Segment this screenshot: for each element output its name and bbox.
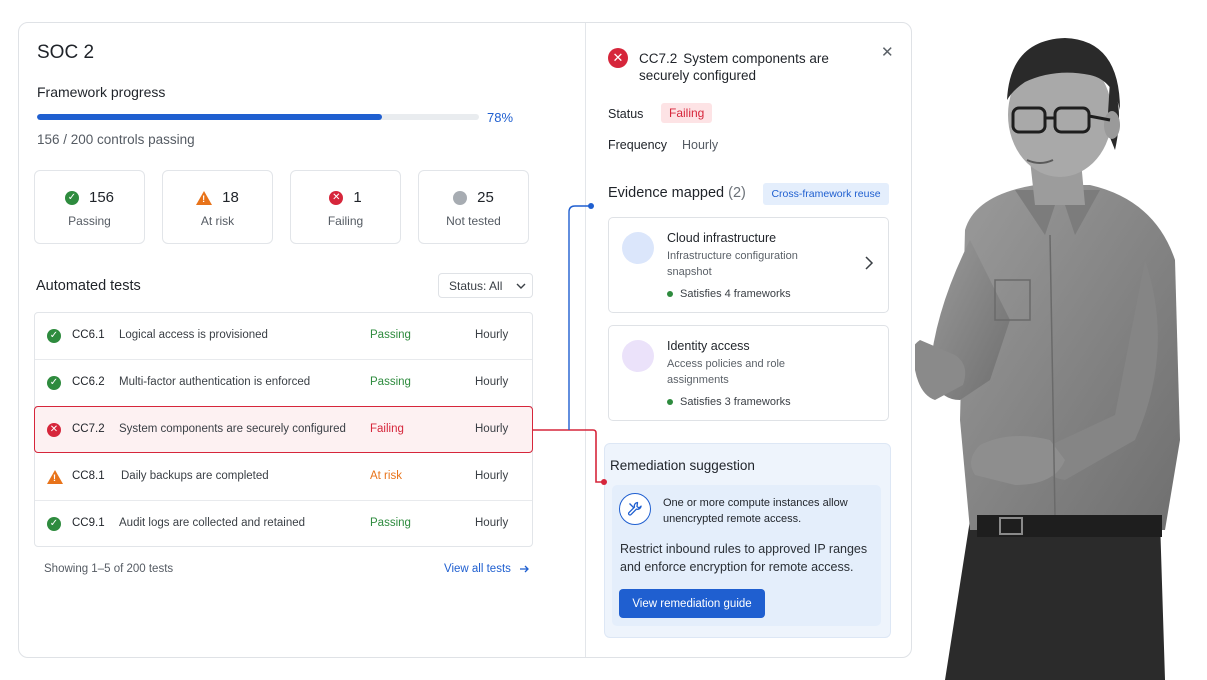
status-badge: Failing — [661, 103, 713, 123]
presenter-figure — [915, 38, 1180, 680]
detail-title: CC7.2 System components are securely conf… — [639, 50, 854, 84]
arrow-right-icon — [519, 565, 529, 573]
test-description: Daily backups are completed — [121, 470, 269, 482]
chevron-down-icon — [516, 283, 526, 289]
x-circle-icon: ✕ — [47, 423, 61, 437]
framework-progress-percent: 78% — [487, 110, 514, 125]
stat-label: Not tested — [446, 214, 501, 228]
status-filter-dropdown[interactable]: Status: All — [438, 273, 533, 298]
tests-table: ✓ CC6.1 Logical access is provisioned Pa… — [34, 312, 533, 547]
stat-count: 18 — [222, 189, 239, 206]
test-status: At risk — [370, 470, 402, 482]
wrench-icon — [619, 493, 651, 525]
control-id: CC6.2 — [72, 376, 105, 388]
automated-tests-title: Automated tests — [36, 278, 141, 294]
evidence-card-identity-access[interactable]: Identity access Access policies and role… — [608, 325, 889, 421]
test-status: Passing — [370, 517, 411, 529]
evidence-count: (2) — [728, 185, 746, 201]
evidence-satisfies: Satisfies 4 frameworks — [667, 288, 791, 300]
framework-progress-fill — [37, 114, 382, 120]
evidence-satisfies: Satisfies 3 frameworks — [667, 396, 791, 408]
check-circle-icon: ✓ — [47, 517, 61, 531]
status-filter-label: Status: All — [449, 278, 503, 293]
avatar — [622, 232, 654, 264]
detail-control-id: CC7.2 — [639, 51, 678, 66]
frequency-label: Frequency — [608, 138, 668, 152]
warning-triangle-icon: ! — [47, 470, 63, 484]
remediation-issue: One or more compute instances allow unen… — [663, 497, 848, 525]
test-status: Failing — [370, 423, 404, 435]
stat-label: At risk — [200, 214, 235, 228]
stat-count: 1 — [353, 189, 362, 206]
framework-progress-bar — [37, 114, 479, 120]
check-circle-icon: ✓ — [47, 376, 61, 390]
table-row[interactable]: ✓ CC6.2 Multi-factor authentication is e… — [35, 360, 532, 407]
stat-label: Passing — [68, 214, 111, 228]
stat-label: Failing — [327, 214, 364, 228]
control-id: CC9.1 — [72, 517, 105, 529]
table-row[interactable]: ! CC8.1 Daily backups are completed At r… — [35, 454, 532, 501]
frequency-value: Hourly — [682, 138, 719, 152]
x-circle-icon: ✕ — [608, 48, 628, 68]
test-frequency: Hourly — [475, 329, 509, 341]
status-label: Status — [608, 107, 644, 121]
control-id: CC8.1 — [72, 470, 105, 482]
evidence-mapped-title: Evidence mapped (2) — [608, 185, 746, 201]
evidence-satisfies-text: Satisfies 4 frameworks — [680, 288, 791, 300]
remediation-title: Remediation suggestion — [610, 458, 755, 473]
framework-progress-label: Framework progress — [37, 84, 166, 100]
pagination-summary: Showing 1–5 of 200 tests — [44, 563, 174, 575]
test-status: Passing — [370, 329, 411, 341]
evidence-subtitle: Infrastructure configuration snapshot — [667, 250, 798, 278]
evidence-name: Identity access — [667, 339, 750, 353]
check-circle-icon: ✓ — [64, 190, 79, 205]
x-circle-icon: ✕ — [329, 190, 344, 205]
avatar — [622, 340, 654, 372]
view-all-tests-label: View all tests — [444, 563, 511, 575]
test-frequency: Hourly — [475, 423, 509, 435]
table-row[interactable]: ✓ CC6.1 Logical access is provisioned Pa… — [35, 313, 532, 360]
status-dot-icon — [667, 291, 673, 297]
test-frequency: Hourly — [475, 376, 509, 388]
view-all-tests-link[interactable]: View all tests — [444, 563, 530, 575]
stat-card-at-risk[interactable]: ! 18 At risk — [162, 170, 273, 244]
warning-triangle-icon: ! — [196, 190, 213, 205]
evidence-title-text: Evidence mapped — [608, 185, 725, 201]
test-description: Logical access is provisioned — [119, 329, 268, 341]
panel-divider — [585, 23, 586, 657]
stat-card-failing[interactable]: ✕ 1 Failing — [290, 170, 401, 244]
controls-passing-count: 156 / 200 controls passing — [37, 132, 195, 147]
test-description: Audit logs are collected and retained — [119, 517, 306, 529]
evidence-satisfies-text: Satisfies 3 frameworks — [680, 396, 791, 408]
evidence-subtitle: Access policies and role assignments — [667, 358, 786, 386]
status-dot-icon — [667, 399, 673, 405]
test-status: Passing — [370, 376, 411, 388]
cross-framework-badge: Cross-framework reuse — [763, 183, 889, 205]
test-frequency: Hourly — [475, 470, 509, 482]
test-description: Multi-factor authentication is enforced — [119, 376, 311, 388]
control-id: CC7.2 — [72, 423, 105, 435]
stat-card-not-tested[interactable]: 25 Not tested — [418, 170, 529, 244]
evidence-name: Cloud infrastructure — [667, 231, 777, 245]
control-id: CC6.1 — [72, 329, 105, 341]
stat-card-passing[interactable]: ✓ 156 Passing — [34, 170, 145, 244]
chevron-right-icon[interactable] — [864, 256, 874, 270]
view-remediation-guide-button[interactable]: View remediation guide — [619, 589, 765, 618]
close-icon[interactable]: ✕ — [881, 43, 894, 61]
page-title: SOC 2 — [37, 42, 95, 63]
remediation-text: Restrict inbound rules to approved IP ra… — [620, 542, 868, 574]
test-description: System components are securely configure… — [119, 423, 346, 435]
table-row[interactable]: ✓ CC9.1 Audit logs are collected and ret… — [35, 501, 532, 548]
table-row-selected[interactable]: ✕ CC7.2 System components are securely c… — [34, 406, 533, 453]
check-circle-icon: ✓ — [47, 329, 61, 343]
test-frequency: Hourly — [475, 517, 509, 529]
grey-dot-icon — [453, 190, 468, 205]
stat-count: 25 — [477, 189, 494, 206]
evidence-card-cloud-infrastructure[interactable]: Cloud infrastructure Infrastructure conf… — [608, 217, 889, 313]
stat-count: 156 — [88, 189, 115, 206]
